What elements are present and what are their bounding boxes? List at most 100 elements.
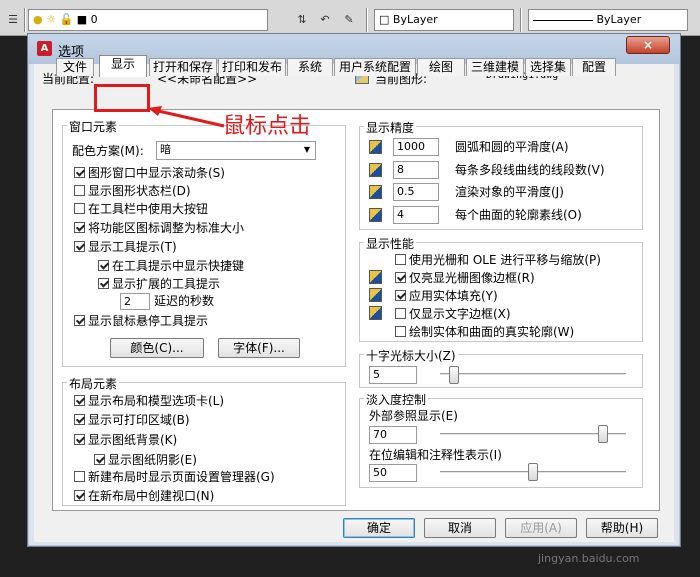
tab-plot-and-publish[interactable]: 打印和发布 (218, 58, 286, 76)
contour-lines-input[interactable]: 4 (393, 206, 439, 224)
tab-open-and-save[interactable]: 打开和保存 (149, 58, 217, 76)
color-scheme-value: 暗 (160, 143, 171, 156)
checkbox-box[interactable] (94, 454, 105, 465)
lock-icon: 🔓 (59, 13, 74, 26)
help-button[interactable]: 帮助(H) (586, 518, 658, 538)
crosshair-slider-track[interactable] (440, 373, 626, 376)
linetype-dropdown[interactable]: ByLayer (528, 9, 688, 31)
make-layer-current-icon[interactable]: ⇅ (295, 13, 309, 27)
checkbox-box[interactable] (395, 308, 406, 319)
checkbox-show-scrollbars[interactable]: 图形窗口中显示滚动条(S) (74, 165, 225, 181)
checkbox-box[interactable] (74, 167, 85, 178)
tab-files[interactable]: 文件 (56, 58, 94, 76)
polyline-segments-label: 每条多段线曲线的线段数(V) (455, 163, 605, 177)
layer-state-icon[interactable]: ☰ (6, 13, 20, 27)
tab-profiles[interactable]: 配置 (572, 58, 616, 76)
checkbox-paper-shadow[interactable]: 显示图纸阴影(E) (94, 452, 197, 468)
checkbox-label: 显示图纸背景(K) (88, 433, 178, 447)
inplace-edit-input[interactable]: 50 (369, 464, 417, 482)
polyline-segments-icon (369, 163, 382, 177)
toolbar-separator (520, 8, 522, 32)
tab-display[interactable]: 显示 (99, 55, 147, 77)
arc-smoothness-label: 圆弧和圆的平滑度(A) (455, 140, 569, 154)
checkbox-box[interactable] (395, 254, 406, 265)
checkbox-show-tooltips[interactable]: 显示工具提示(T) (74, 239, 177, 255)
checkbox-box[interactable] (74, 203, 85, 214)
xref-display-input[interactable]: 70 (369, 426, 417, 444)
delay-seconds-input[interactable]: 2 (120, 293, 150, 310)
line-sample-icon (533, 19, 593, 21)
checkbox-page-setup-manager[interactable]: 新建布局时显示页面设置管理器(G) (74, 469, 275, 485)
crosshair-size-input[interactable]: 5 (369, 366, 417, 384)
layer-previous-icon[interactable]: ↶ (318, 13, 332, 27)
checkbox-raster-ole-pan-zoom[interactable]: 使用光栅和 OLE 进行平移与缩放(P) (395, 252, 601, 268)
checkbox-large-buttons[interactable]: 在工具栏中使用大按钮 (74, 201, 208, 217)
xref-slider-thumb[interactable] (598, 425, 609, 443)
cancel-button[interactable]: 取消 (424, 518, 496, 538)
checkbox-extended-tooltips[interactable]: 显示扩展的工具提示 (98, 276, 220, 292)
checkbox-box[interactable] (395, 290, 406, 301)
checkbox-ribbon-icons-standard[interactable]: 将功能区图标调整为标准大小 (74, 220, 244, 236)
tab-user-preferences[interactable]: 用户系统配置 (334, 58, 416, 76)
color-scheme-label: 配色方案(M): (72, 144, 144, 158)
toolbar-separator (24, 8, 26, 32)
checkbox-shortcut-keys-in-tooltips[interactable]: 在工具提示中显示快捷键 (98, 258, 244, 274)
tab-selection[interactable]: 选择集 (525, 58, 571, 76)
checkbox-box[interactable] (74, 471, 85, 482)
layer-dropdown[interactable]: ● ☼ 🔓 ■ 0 (28, 9, 268, 31)
checkbox-box[interactable] (98, 260, 109, 271)
checkbox-create-viewport[interactable]: 在新布局中创建视口(N) (74, 488, 214, 504)
render-smoothness-input[interactable]: 0.5 (393, 183, 439, 201)
checkbox-label: 仅亮显光栅图像边框(R) (409, 271, 535, 285)
checkbox-box[interactable] (74, 222, 85, 233)
crosshair-size-title: 十字光标大小(Z) (364, 347, 458, 364)
layer-match-icon[interactable]: ✎ (342, 13, 356, 27)
checkbox-box[interactable] (74, 414, 85, 425)
color-scheme-dropdown[interactable]: 暗 ▼ (156, 141, 316, 160)
apply-button[interactable]: 应用(A) (505, 518, 577, 538)
bulb-icon: ● (33, 13, 43, 26)
polyline-segments-input[interactable]: 8 (393, 161, 439, 179)
crosshair-slider-thumb[interactable] (448, 366, 459, 384)
checkbox-true-silhouettes[interactable]: 绘制实体和曲面的真实轮廓(W) (395, 324, 574, 340)
layout-elements-title: 布局元素 (67, 375, 120, 392)
checkbox-show-drawing-status-bar[interactable]: 显示图形状态栏(D) (74, 183, 191, 199)
colors-button[interactable]: 颜色(C)... (110, 338, 204, 358)
fonts-button[interactable]: 字体(F)... (218, 338, 300, 358)
arc-smoothness-input[interactable]: 1000 (393, 138, 439, 156)
checkbox-box[interactable] (74, 490, 85, 501)
color-square-icon: □ (379, 13, 390, 26)
tab-3d-modeling[interactable]: 三维建模 (466, 58, 524, 76)
checkbox-rollover-tooltips[interactable]: 显示鼠标悬停工具提示 (74, 313, 208, 329)
ok-button[interactable]: 确定 (343, 518, 415, 538)
checkbox-apply-solid-fill[interactable]: 应用实体填充(Y) (395, 288, 498, 304)
checkbox-box[interactable] (395, 272, 406, 283)
checkbox-label: 显示鼠标悬停工具提示 (88, 314, 209, 328)
close-button[interactable]: × (626, 36, 670, 54)
color-dropdown[interactable]: □ ByLayer (374, 9, 514, 31)
checkbox-box[interactable] (395, 326, 406, 337)
annotation-highlight-box (94, 84, 150, 112)
checkbox-box[interactable] (74, 315, 85, 326)
checkbox-box[interactable] (74, 185, 85, 196)
text-frame-icon (369, 306, 382, 320)
checkbox-box[interactable] (98, 278, 109, 289)
chevron-down-icon: ▼ (303, 145, 311, 154)
checkbox-box[interactable] (74, 241, 85, 252)
render-smoothness-label: 渲染对象的平滑度(J) (455, 185, 564, 199)
watermark-site: jingyan.baidu.com (538, 552, 640, 565)
tab-system[interactable]: 系统 (287, 58, 333, 76)
tab-drafting[interactable]: 绘图 (417, 58, 465, 76)
checkbox-box[interactable] (74, 395, 85, 406)
checkbox-layout-model-tabs[interactable]: 显示布局和模型选项卡(L) (74, 393, 224, 409)
inplace-slider-thumb[interactable] (528, 463, 538, 481)
checkbox-text-boundary-only[interactable]: 仅显示文字边框(X) (395, 306, 511, 322)
checkbox-printable-area[interactable]: 显示可打印区域(B) (74, 412, 190, 428)
inplace-edit-label: 在位编辑和注释性表示(I) (369, 448, 502, 462)
checkbox-box[interactable] (74, 434, 85, 445)
delay-seconds-label: 延迟的秒数 (154, 294, 215, 308)
checkbox-label: 图形窗口中显示滚动条(S) (88, 166, 225, 180)
checkbox-highlight-raster-frame[interactable]: 仅亮显光栅图像边框(R) (395, 270, 535, 286)
linetype-value: ByLayer (596, 13, 642, 26)
checkbox-paper-background[interactable]: 显示图纸背景(K) (74, 432, 177, 448)
